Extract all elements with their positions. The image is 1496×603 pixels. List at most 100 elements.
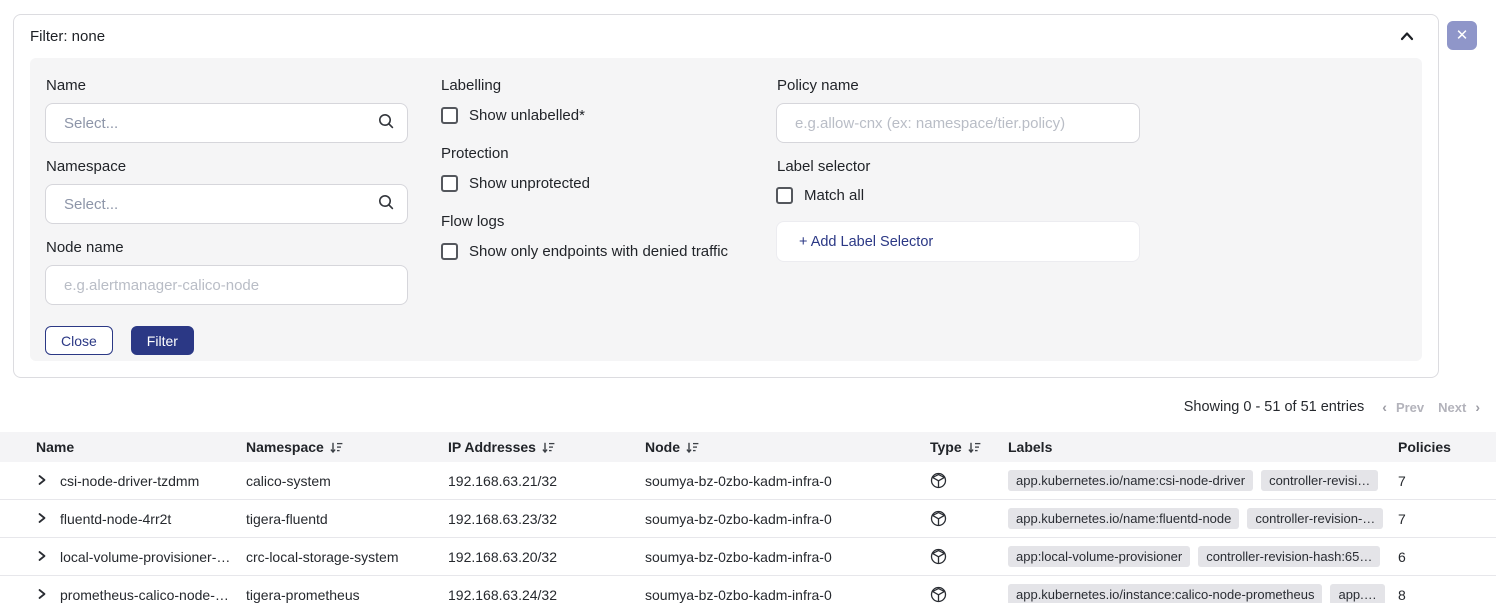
policy-name-input[interactable] bbox=[795, 115, 1127, 132]
column-header-namespace[interactable]: Namespace bbox=[246, 439, 448, 455]
prev-chevron-icon[interactable]: ‹ bbox=[1380, 399, 1389, 415]
entries-summary: Showing 0 - 51 of 51 entries bbox=[1184, 399, 1365, 415]
checkbox-icon[interactable] bbox=[441, 243, 458, 260]
namespace-field-label: Namespace bbox=[46, 158, 408, 175]
label-chip: app.kubernetes.io/name:fluentd-node bbox=[1008, 508, 1239, 529]
name-field-label: Name bbox=[46, 77, 408, 94]
column-header-node[interactable]: Node bbox=[645, 439, 930, 455]
close-button[interactable]: Close bbox=[45, 326, 113, 355]
column-header-type[interactable]: Type bbox=[930, 439, 1008, 455]
close-icon: ✕ bbox=[1456, 28, 1469, 43]
collapse-panel-button[interactable] bbox=[1396, 26, 1418, 48]
pod-icon bbox=[930, 586, 1008, 603]
filter-column-2: Labelling Show unlabelled* Protection Sh… bbox=[441, 77, 743, 361]
table-row[interactable]: csi-node-driver-tzdmm calico-system 192.… bbox=[0, 462, 1496, 500]
chevron-right-icon bbox=[36, 549, 48, 565]
label-chip: controller-revisi… bbox=[1261, 470, 1378, 491]
filter-panel: Filter: none Name Namespace bbox=[13, 14, 1439, 378]
sort-icon[interactable] bbox=[330, 441, 343, 454]
name-select[interactable] bbox=[45, 103, 408, 143]
cell-namespace: tigera-prometheus bbox=[246, 587, 448, 603]
filter-form: Name Namespace Node name bbox=[30, 58, 1422, 361]
show-unprotected-checkbox[interactable]: Show unprotected bbox=[441, 175, 743, 192]
expand-row-button[interactable] bbox=[36, 549, 60, 565]
chevron-right-icon bbox=[36, 511, 48, 527]
cell-name: fluentd-node-4rr2t bbox=[60, 511, 246, 527]
denied-traffic-checkbox[interactable]: Show only endpoints with denied traffic bbox=[441, 243, 743, 260]
expand-row-button[interactable] bbox=[36, 587, 60, 603]
policy-name-field[interactable] bbox=[776, 103, 1140, 143]
label-selector-heading: Label selector bbox=[777, 158, 1140, 175]
match-all-checkbox[interactable]: Match all bbox=[776, 187, 1140, 204]
label-chip: app:local-volume-provisioner bbox=[1008, 546, 1190, 567]
search-icon bbox=[377, 193, 395, 216]
label-chip: app.kubernetes.io/instance:calico-node-p… bbox=[1008, 584, 1322, 603]
show-unlabelled-checkbox[interactable]: Show unlabelled* bbox=[441, 107, 743, 124]
table-header-row: Name Namespace IP Addresses Node bbox=[0, 432, 1496, 462]
namespace-select[interactable] bbox=[45, 184, 408, 224]
label-chip: app.kubernetes.io/name:csi-node-driver bbox=[1008, 470, 1253, 491]
endpoints-page: Filter: none Name Namespace bbox=[0, 0, 1496, 603]
cell-node: soumya-bz-0zbo-kadm-infra-0 bbox=[645, 473, 930, 489]
chevron-right-icon bbox=[36, 587, 48, 603]
filter-button[interactable]: Filter bbox=[131, 326, 194, 355]
table-row[interactable]: prometheus-calico-node-… tigera-promethe… bbox=[0, 576, 1496, 603]
sort-icon[interactable] bbox=[542, 441, 555, 454]
cell-node: soumya-bz-0zbo-kadm-infra-0 bbox=[645, 549, 930, 565]
node-name-field[interactable] bbox=[45, 265, 408, 305]
table-row[interactable]: local-volume-provisioner-… crc-local-sto… bbox=[0, 538, 1496, 576]
next-page-button[interactable]: Next bbox=[1431, 400, 1473, 415]
cell-labels: app.kubernetes.io/name:fluentd-node cont… bbox=[1008, 508, 1398, 529]
namespace-select-input[interactable] bbox=[64, 196, 377, 213]
label-chip: controller-revision-hash:65… bbox=[1198, 546, 1380, 567]
cell-ip: 192.168.63.24/32 bbox=[448, 587, 645, 603]
filter-actions: Close Filter bbox=[45, 326, 408, 355]
sort-icon[interactable] bbox=[968, 441, 981, 454]
cell-namespace: crc-local-storage-system bbox=[246, 549, 448, 565]
column-header-policies: Policies bbox=[1398, 439, 1496, 455]
denied-traffic-label: Show only endpoints with denied traffic bbox=[469, 243, 728, 260]
filter-panel-header: Filter: none bbox=[14, 15, 1438, 58]
close-filter-panel-button[interactable]: ✕ bbox=[1447, 21, 1477, 50]
cell-ip: 192.168.63.21/32 bbox=[448, 473, 645, 489]
cell-policies: 7 bbox=[1398, 511, 1496, 527]
checkbox-icon[interactable] bbox=[776, 187, 793, 204]
cell-labels: app.kubernetes.io/instance:calico-node-p… bbox=[1008, 584, 1398, 603]
prev-page-button[interactable]: Prev bbox=[1389, 400, 1431, 415]
cell-name: prometheus-calico-node-… bbox=[60, 587, 246, 603]
checkbox-icon[interactable] bbox=[441, 175, 458, 192]
pod-icon bbox=[930, 472, 1008, 489]
node-name-field-label: Node name bbox=[46, 239, 408, 256]
pagination-bar: Showing 0 - 51 of 51 entries ‹ Prev Next… bbox=[1184, 397, 1482, 417]
cell-name: local-volume-provisioner-… bbox=[60, 549, 246, 565]
protection-heading: Protection bbox=[441, 145, 743, 162]
checkbox-icon[interactable] bbox=[441, 107, 458, 124]
cell-policies: 7 bbox=[1398, 473, 1496, 489]
label-chip: controller-revision-… bbox=[1247, 508, 1383, 529]
table-row[interactable]: fluentd-node-4rr2t tigera-fluentd 192.16… bbox=[0, 500, 1496, 538]
show-unlabelled-label: Show unlabelled* bbox=[469, 107, 585, 124]
policy-name-field-label: Policy name bbox=[777, 77, 1140, 94]
expand-row-button[interactable] bbox=[36, 511, 60, 527]
column-header-name: Name bbox=[36, 439, 246, 455]
chevron-up-icon bbox=[1399, 29, 1415, 46]
cell-node: soumya-bz-0zbo-kadm-infra-0 bbox=[645, 511, 930, 527]
endpoints-table: Name Namespace IP Addresses Node bbox=[0, 432, 1496, 603]
filter-column-1: Name Namespace Node name bbox=[45, 77, 408, 361]
sort-icon[interactable] bbox=[686, 441, 699, 454]
expand-row-button[interactable] bbox=[36, 473, 60, 489]
cell-policies: 8 bbox=[1398, 587, 1496, 603]
node-name-input[interactable] bbox=[64, 277, 395, 294]
cell-name: csi-node-driver-tzdmm bbox=[60, 473, 246, 489]
cell-labels: app:local-volume-provisioner controller-… bbox=[1008, 546, 1398, 567]
column-header-labels: Labels bbox=[1008, 439, 1398, 455]
column-header-ip-addresses[interactable]: IP Addresses bbox=[448, 439, 645, 455]
name-select-input[interactable] bbox=[64, 115, 377, 132]
cell-labels: app.kubernetes.io/name:csi-node-driver c… bbox=[1008, 470, 1398, 491]
add-label-selector-button[interactable]: + Add Label Selector bbox=[776, 221, 1140, 262]
filter-column-3: Policy name Label selector Match all + A… bbox=[776, 77, 1140, 361]
cell-policies: 6 bbox=[1398, 549, 1496, 565]
next-chevron-icon[interactable]: › bbox=[1473, 399, 1482, 415]
pod-icon bbox=[930, 548, 1008, 565]
cell-namespace: tigera-fluentd bbox=[246, 511, 448, 527]
